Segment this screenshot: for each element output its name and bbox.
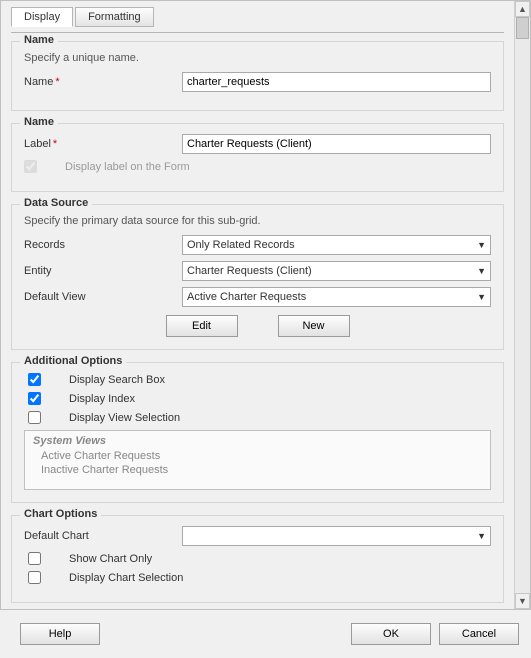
ok-button[interactable]: OK [351, 623, 431, 645]
group-additional: Additional Options Display Search Box Di… [11, 362, 504, 503]
group-additional-legend: Additional Options [20, 355, 126, 367]
display-index-label: Display Index [69, 393, 135, 405]
label-field-label-text: Label [24, 138, 51, 150]
records-select[interactable]: Only Related Records ▼ [182, 235, 491, 255]
tab-display[interactable]: Display [11, 7, 73, 27]
cancel-button[interactable]: Cancel [439, 623, 519, 645]
name-input[interactable] [182, 72, 491, 92]
scroll-up-arrow-icon[interactable]: ▲ [515, 1, 530, 17]
help-button[interactable]: Help [20, 623, 100, 645]
chevron-down-icon: ▼ [477, 266, 486, 276]
dialog-button-bar: Help OK Cancel [0, 610, 531, 658]
display-chart-selection-checkbox[interactable] [28, 571, 41, 584]
display-label-checkbox [24, 160, 37, 173]
system-views-list: System Views Active Charter Requests Ina… [24, 430, 491, 490]
display-label-text: Display label on the Form [65, 161, 190, 173]
show-chart-only-checkbox[interactable] [28, 552, 41, 565]
display-chart-selection-label: Display Chart Selection [69, 572, 183, 584]
required-asterisk-icon: * [55, 76, 59, 88]
required-asterisk-icon: * [53, 138, 57, 150]
group-name-desc: Specify a unique name. [24, 52, 491, 64]
defaultchart-label: Default Chart [24, 530, 174, 542]
group-name-legend: Name [20, 34, 58, 46]
group-datasource-legend: Data Source [20, 197, 92, 209]
entity-select[interactable]: Charter Requests (Client) ▼ [182, 261, 491, 281]
defaultview-label: Default View [24, 291, 174, 303]
tabstrip: Display Formatting [11, 7, 504, 27]
group-label: Name Label* Display label on the Form [11, 123, 504, 192]
defaultview-select-value: Active Charter Requests [187, 291, 306, 303]
records-select-value: Only Related Records [187, 239, 295, 251]
display-search-checkbox[interactable] [28, 373, 41, 386]
datasource-button-row: Edit New [24, 315, 491, 337]
group-datasource: Data Source Specify the primary data sou… [11, 204, 504, 350]
scroll-thumb[interactable] [516, 17, 529, 39]
display-search-label: Display Search Box [69, 374, 165, 386]
show-chart-only-label: Show Chart Only [69, 553, 152, 565]
display-viewselection-checkbox[interactable] [28, 411, 41, 424]
display-viewselection-label: Display View Selection [69, 412, 180, 424]
group-chartoptions-legend: Chart Options [20, 508, 101, 520]
chevron-down-icon: ▼ [477, 531, 486, 541]
chevron-down-icon: ▼ [477, 292, 486, 302]
list-item: Active Charter Requests [33, 449, 482, 463]
entity-select-value: Charter Requests (Client) [187, 265, 312, 277]
vertical-scrollbar[interactable]: ▲ ▼ [514, 1, 530, 609]
system-views-header: System Views [33, 435, 482, 447]
edit-button[interactable]: Edit [166, 315, 238, 337]
tab-underline [11, 32, 504, 33]
name-field-label: Name* [24, 76, 174, 88]
entity-label: Entity [24, 265, 174, 277]
scroll-track[interactable] [515, 17, 530, 593]
label-field-label: Label* [24, 138, 174, 150]
content-scroll: Display Formatting Name Specify a unique… [1, 1, 514, 609]
list-item: Inactive Charter Requests [33, 463, 482, 477]
dialog-body: Display Formatting Name Specify a unique… [0, 0, 531, 610]
new-button[interactable]: New [278, 315, 350, 337]
scroll-down-arrow-icon[interactable]: ▼ [515, 593, 530, 609]
chevron-down-icon: ▼ [477, 240, 486, 250]
group-chartoptions: Chart Options Default Chart ▼ Show Chart… [11, 515, 504, 603]
defaultchart-select[interactable]: ▼ [182, 526, 491, 546]
group-name: Name Specify a unique name. Name* [11, 41, 504, 111]
name-field-label-text: Name [24, 76, 53, 88]
defaultview-select[interactable]: Active Charter Requests ▼ [182, 287, 491, 307]
display-index-checkbox[interactable] [28, 392, 41, 405]
label-input[interactable] [182, 134, 491, 154]
group-datasource-desc: Specify the primary data source for this… [24, 215, 491, 227]
records-label: Records [24, 239, 174, 251]
tab-formatting[interactable]: Formatting [75, 7, 154, 27]
group-label-legend: Name [20, 116, 58, 128]
